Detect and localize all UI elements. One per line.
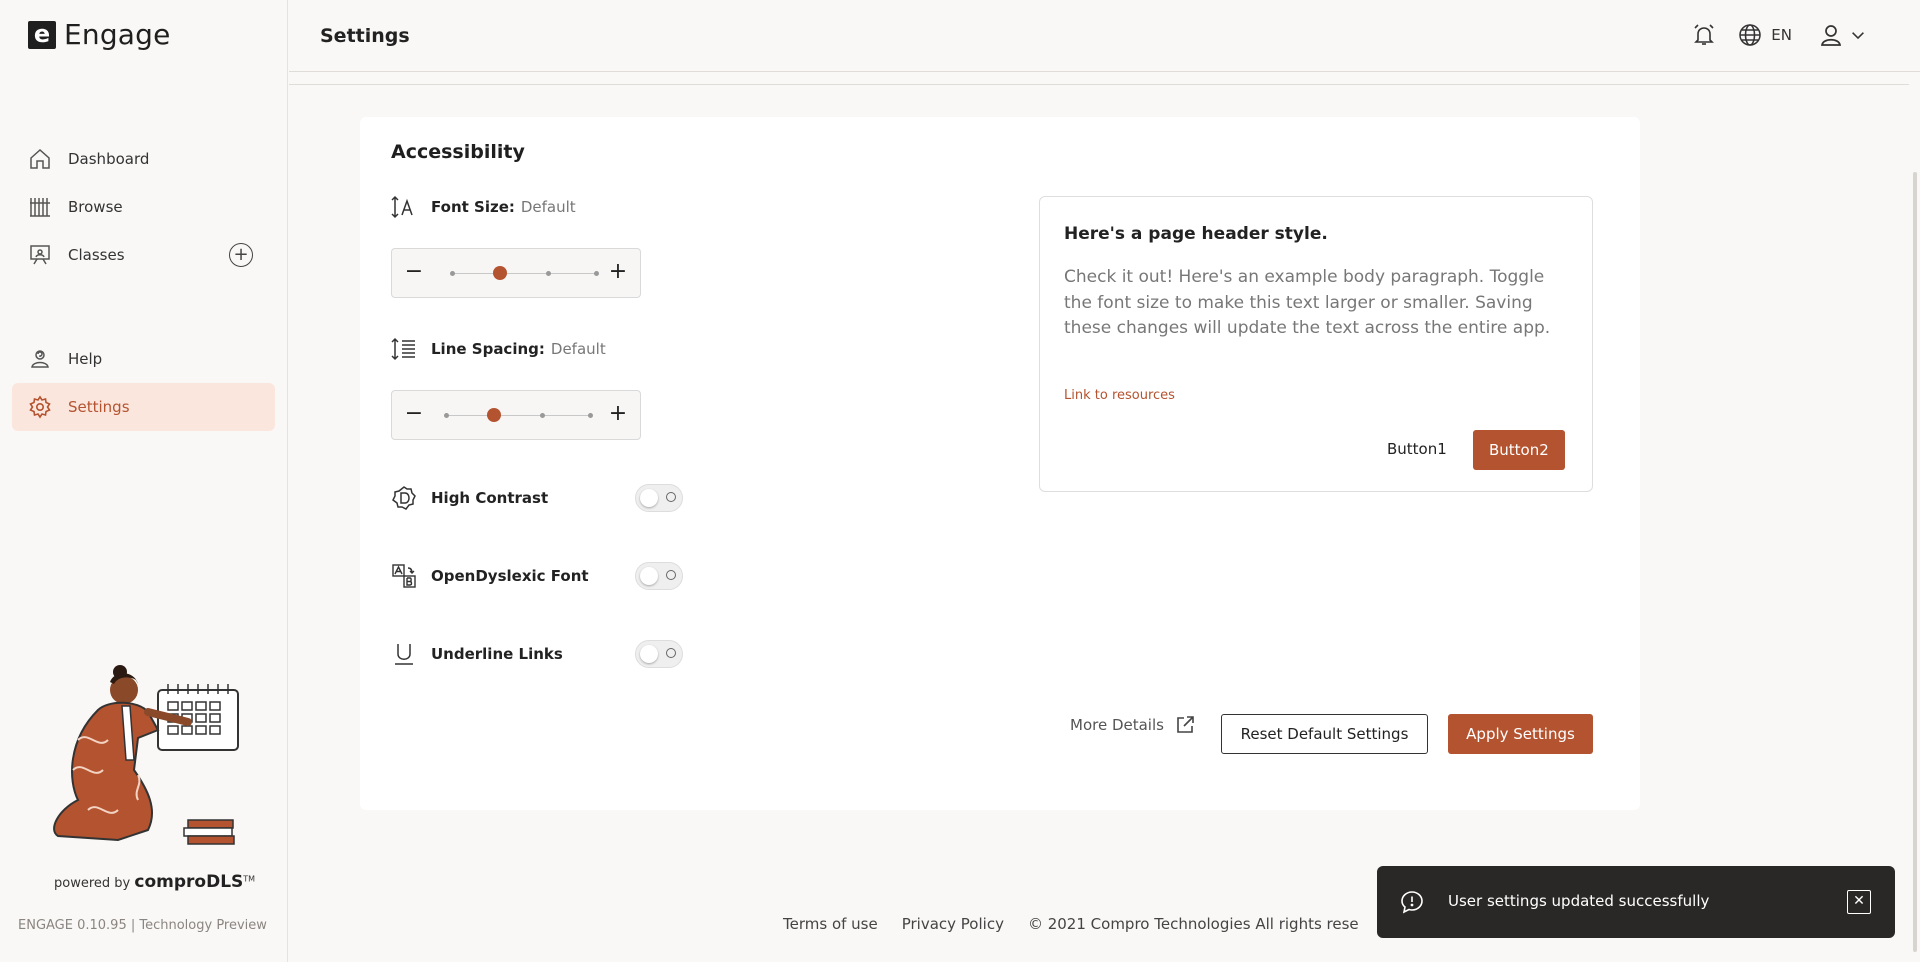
sidebar: e Engage Dashboard Browse Classes + Help… [0, 0, 288, 962]
version-text: ENGAGE 0.10.95 | Technology Preview [18, 918, 267, 933]
notification-bell-icon[interactable] [1691, 22, 1717, 48]
powered-brand: comproDLS [134, 872, 244, 892]
scrollbar-thumb[interactable] [1913, 172, 1917, 952]
line-spacing-tick[interactable] [588, 413, 593, 418]
top-header: Settings EN [289, 0, 1920, 72]
privacy-link[interactable]: Privacy Policy [902, 915, 1004, 933]
accessibility-card: Accessibility Font Size: Default − + Lin… [360, 117, 1640, 810]
teacher-illustration [53, 665, 239, 845]
line-spacing-track[interactable] [444, 408, 593, 422]
sidebar-item-label: Classes [68, 246, 125, 264]
library-icon [30, 198, 50, 217]
opendyslexic-label: OpenDyslexic Font [431, 567, 589, 585]
line-spacing-thumb[interactable] [486, 408, 501, 422]
toast-message: User settings updated successfully [1448, 892, 1710, 910]
line-spacing-tick[interactable] [539, 413, 545, 418]
preview-link[interactable]: Link to resources [1064, 388, 1175, 403]
copyright-text: © 2021 Compro Technologies All rights re… [1027, 915, 1359, 933]
font-size-value: Default [520, 198, 576, 216]
app-logo[interactable]: e Engage [28, 18, 171, 51]
font-size-decrease-button[interactable]: − [402, 261, 426, 285]
high-contrast-label: High Contrast [431, 489, 549, 507]
more-details-label: More Details [1070, 716, 1164, 734]
preview-button2[interactable]: Button2 [1473, 430, 1565, 470]
font-size-icon [391, 195, 413, 219]
powered-tm: TM [243, 874, 256, 884]
line-spacing-increase-button[interactable]: + [606, 403, 630, 427]
underline-links-label: Underline Links [431, 645, 563, 663]
underline-icon [395, 644, 413, 665]
message-alert-icon [1401, 891, 1423, 914]
app-name: Engage [64, 18, 171, 51]
header-actions: EN [1691, 22, 1868, 48]
success-toast: User settings updated successfully ✕ [1377, 866, 1895, 938]
terms-link[interactable]: Terms of use [783, 915, 878, 933]
page-scrollbar[interactable] [1908, 72, 1920, 962]
line-spacing-stepper: − + [391, 390, 641, 440]
line-spacing-tick[interactable] [444, 413, 449, 418]
globe-icon [1739, 24, 1762, 46]
sidebar-item-help[interactable]: Help [12, 335, 275, 383]
sidebar-item-settings[interactable]: Settings [12, 383, 275, 431]
opendyslexic-row: OpenDyslexic Font [391, 563, 589, 589]
underline-links-row: Underline Links [391, 641, 563, 667]
language-selector[interactable]: EN [1737, 22, 1792, 48]
high-contrast-row: High Contrast [391, 485, 548, 511]
line-spacing-value: Default [550, 340, 606, 358]
font-size-track[interactable] [450, 266, 599, 280]
opendyslexic-toggle[interactable] [635, 562, 683, 590]
powered-by: powered by comproDLSTM [54, 872, 255, 892]
help-icon [31, 350, 49, 368]
reset-default-settings-button[interactable]: Reset Default Settings [1221, 714, 1428, 754]
font-size-label: Font Size: Default [391, 194, 576, 220]
sidebar-item-dashboard[interactable]: Dashboard [12, 135, 275, 183]
sidebar-item-label: Browse [68, 198, 123, 216]
preview-panel: Here's a page header style. Check it out… [1039, 196, 1593, 492]
sidebar-item-label: Dashboard [68, 150, 150, 168]
font-size-tick[interactable] [545, 271, 551, 276]
footer: Terms of use Privacy Policy © 2021 Compr… [783, 915, 1383, 933]
font-size-tick[interactable] [594, 271, 599, 276]
line-spacing-label: Line Spacing: Default [391, 336, 606, 362]
chevron-down-icon [1852, 32, 1864, 40]
font-size-tick[interactable] [450, 271, 455, 276]
toast-close-button[interactable]: ✕ [1847, 890, 1871, 914]
home-icon [30, 148, 50, 169]
user-icon [1821, 25, 1841, 46]
external-link-icon [1177, 716, 1194, 733]
preview-heading: Here's a page header style. [1064, 224, 1328, 244]
line-spacing-key: Line Spacing: [431, 340, 545, 358]
line-spacing-icon [391, 337, 415, 361]
preview-button1[interactable]: Button1 [1377, 430, 1457, 468]
high-contrast-toggle[interactable] [635, 484, 683, 512]
font-size-key: Font Size: [431, 198, 515, 216]
sidebar-item-browse[interactable]: Browse [12, 183, 275, 231]
add-class-button[interactable]: + [229, 243, 253, 267]
accessibility-title: Accessibility [391, 141, 525, 163]
font-size-stepper: − + [391, 248, 641, 298]
more-details-link[interactable]: More Details [1070, 714, 1196, 736]
font-size-increase-button[interactable]: + [606, 261, 630, 285]
header-divider [289, 84, 1909, 85]
font-size-thumb[interactable] [492, 266, 507, 280]
page-title: Settings [320, 25, 410, 47]
preview-paragraph: Check it out! Here's an example body par… [1064, 267, 1551, 338]
sidebar-item-label: Settings [68, 398, 130, 416]
underline-links-toggle[interactable] [635, 640, 683, 668]
sidebar-item-classes[interactable]: Classes + [12, 231, 275, 279]
line-spacing-decrease-button[interactable]: − [402, 403, 426, 427]
classroom-icon [30, 245, 50, 265]
sidebar-nav: Dashboard Browse Classes + Help Settings [12, 135, 275, 431]
sidebar-item-label: Help [68, 350, 103, 368]
gear-icon [29, 395, 51, 419]
language-code: EN [1771, 26, 1792, 44]
user-menu[interactable] [1818, 22, 1868, 48]
font-translate-icon [392, 564, 416, 588]
contrast-icon [392, 486, 416, 510]
apply-settings-button[interactable]: Apply Settings [1448, 714, 1593, 754]
powered-prefix: powered by [54, 876, 131, 891]
logo-mark: e [28, 20, 56, 49]
